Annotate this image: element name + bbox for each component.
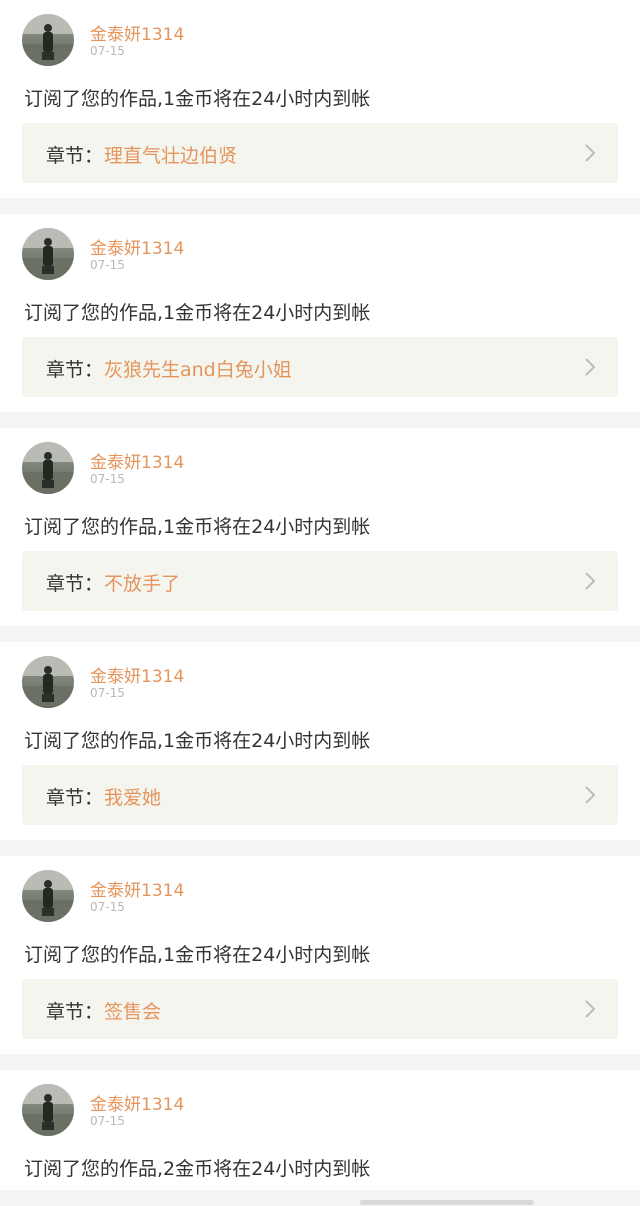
- notification-card: 金泰妍1314 07-15 订阅了您的作品,1金币将在24小时内到帐 章节： 签…: [0, 856, 640, 1054]
- username[interactable]: 金泰妍1314: [90, 448, 184, 473]
- timestamp: 07-15: [90, 44, 125, 58]
- chapter-prefix: 章节：: [46, 787, 104, 809]
- chapter-prefix: 章节：: [46, 145, 104, 167]
- chapter-link[interactable]: 章节： 签售会: [22, 979, 618, 1039]
- chapter-link[interactable]: 章节： 我爱她: [22, 765, 618, 825]
- chapter-prefix: 章节：: [46, 1001, 104, 1023]
- username[interactable]: 金泰妍1314: [90, 1090, 184, 1115]
- notification-message: 订阅了您的作品,1金币将在24小时内到帐: [24, 730, 371, 752]
- notification-card: 金泰妍1314 07-15 订阅了您的作品,1金币将在24小时内到帐 章节： 不…: [0, 428, 640, 626]
- avatar-photo-icon: [22, 14, 74, 66]
- chevron-right-icon: [585, 1000, 596, 1018]
- notification-card: 金泰妍1314 07-15 订阅了您的作品,1金币将在24小时内到帐 章节： 我…: [0, 642, 640, 840]
- notification-card: 金泰妍1314 07-15 订阅了您的作品,1金币将在24小时内到帐 章节： 灰…: [0, 214, 640, 412]
- chapter-prefix: 章节：: [46, 573, 104, 595]
- avatar-photo-icon: [22, 228, 74, 280]
- chevron-right-icon: [585, 358, 596, 376]
- avatar-photo-icon: [22, 656, 74, 708]
- chapter-title: 我爱她: [104, 787, 162, 809]
- chapter-link[interactable]: 章节： 不放手了: [22, 551, 618, 611]
- notification-card: 金泰妍1314 07-15 订阅了您的作品,1金币将在24小时内到帐 章节： 理…: [0, 0, 640, 198]
- user-avatar[interactable]: [22, 1084, 74, 1136]
- horizontal-scroll-indicator[interactable]: [360, 1200, 534, 1205]
- notification-message: 订阅了您的作品,1金币将在24小时内到帐: [24, 88, 371, 110]
- user-avatar[interactable]: [22, 870, 74, 922]
- notification-message: 订阅了您的作品,1金币将在24小时内到帐: [24, 516, 371, 538]
- username[interactable]: 金泰妍1314: [90, 662, 184, 687]
- avatar-photo-icon: [22, 870, 74, 922]
- timestamp: 07-15: [90, 258, 125, 272]
- chapter-prefix: 章节：: [46, 359, 104, 381]
- user-avatar[interactable]: [22, 656, 74, 708]
- username[interactable]: 金泰妍1314: [90, 20, 184, 45]
- user-avatar[interactable]: [22, 14, 74, 66]
- chevron-right-icon: [585, 786, 596, 804]
- chevron-right-icon: [585, 572, 596, 590]
- avatar-photo-icon: [22, 442, 74, 494]
- chapter-title: 理直气壮边伯贤: [104, 145, 238, 167]
- user-avatar[interactable]: [22, 228, 74, 280]
- timestamp: 07-15: [90, 900, 125, 914]
- username[interactable]: 金泰妍1314: [90, 876, 184, 901]
- notification-message: 订阅了您的作品,1金币将在24小时内到帐: [24, 944, 371, 966]
- chapter-title: 不放手了: [104, 573, 181, 595]
- user-avatar[interactable]: [22, 442, 74, 494]
- chapter-title: 灰狼先生and白兔小姐: [104, 359, 292, 381]
- notification-feed: 金泰妍1314 07-15 订阅了您的作品,1金币将在24小时内到帐 章节： 理…: [0, 0, 640, 1190]
- chapter-title: 签售会: [104, 1001, 162, 1023]
- chevron-right-icon: [585, 144, 596, 162]
- avatar-photo-icon: [22, 1084, 74, 1136]
- timestamp: 07-15: [90, 472, 125, 486]
- timestamp: 07-15: [90, 1114, 125, 1128]
- chapter-link[interactable]: 章节： 灰狼先生and白兔小姐: [22, 337, 618, 397]
- chapter-link[interactable]: 章节： 理直气壮边伯贤: [22, 123, 618, 183]
- notification-message: 订阅了您的作品,2金币将在24小时内到帐: [24, 1158, 371, 1180]
- username[interactable]: 金泰妍1314: [90, 234, 184, 259]
- timestamp: 07-15: [90, 686, 125, 700]
- notification-card: 金泰妍1314 07-15 订阅了您的作品,2金币将在24小时内到帐: [0, 1070, 640, 1190]
- notification-message: 订阅了您的作品,1金币将在24小时内到帐: [24, 302, 371, 324]
